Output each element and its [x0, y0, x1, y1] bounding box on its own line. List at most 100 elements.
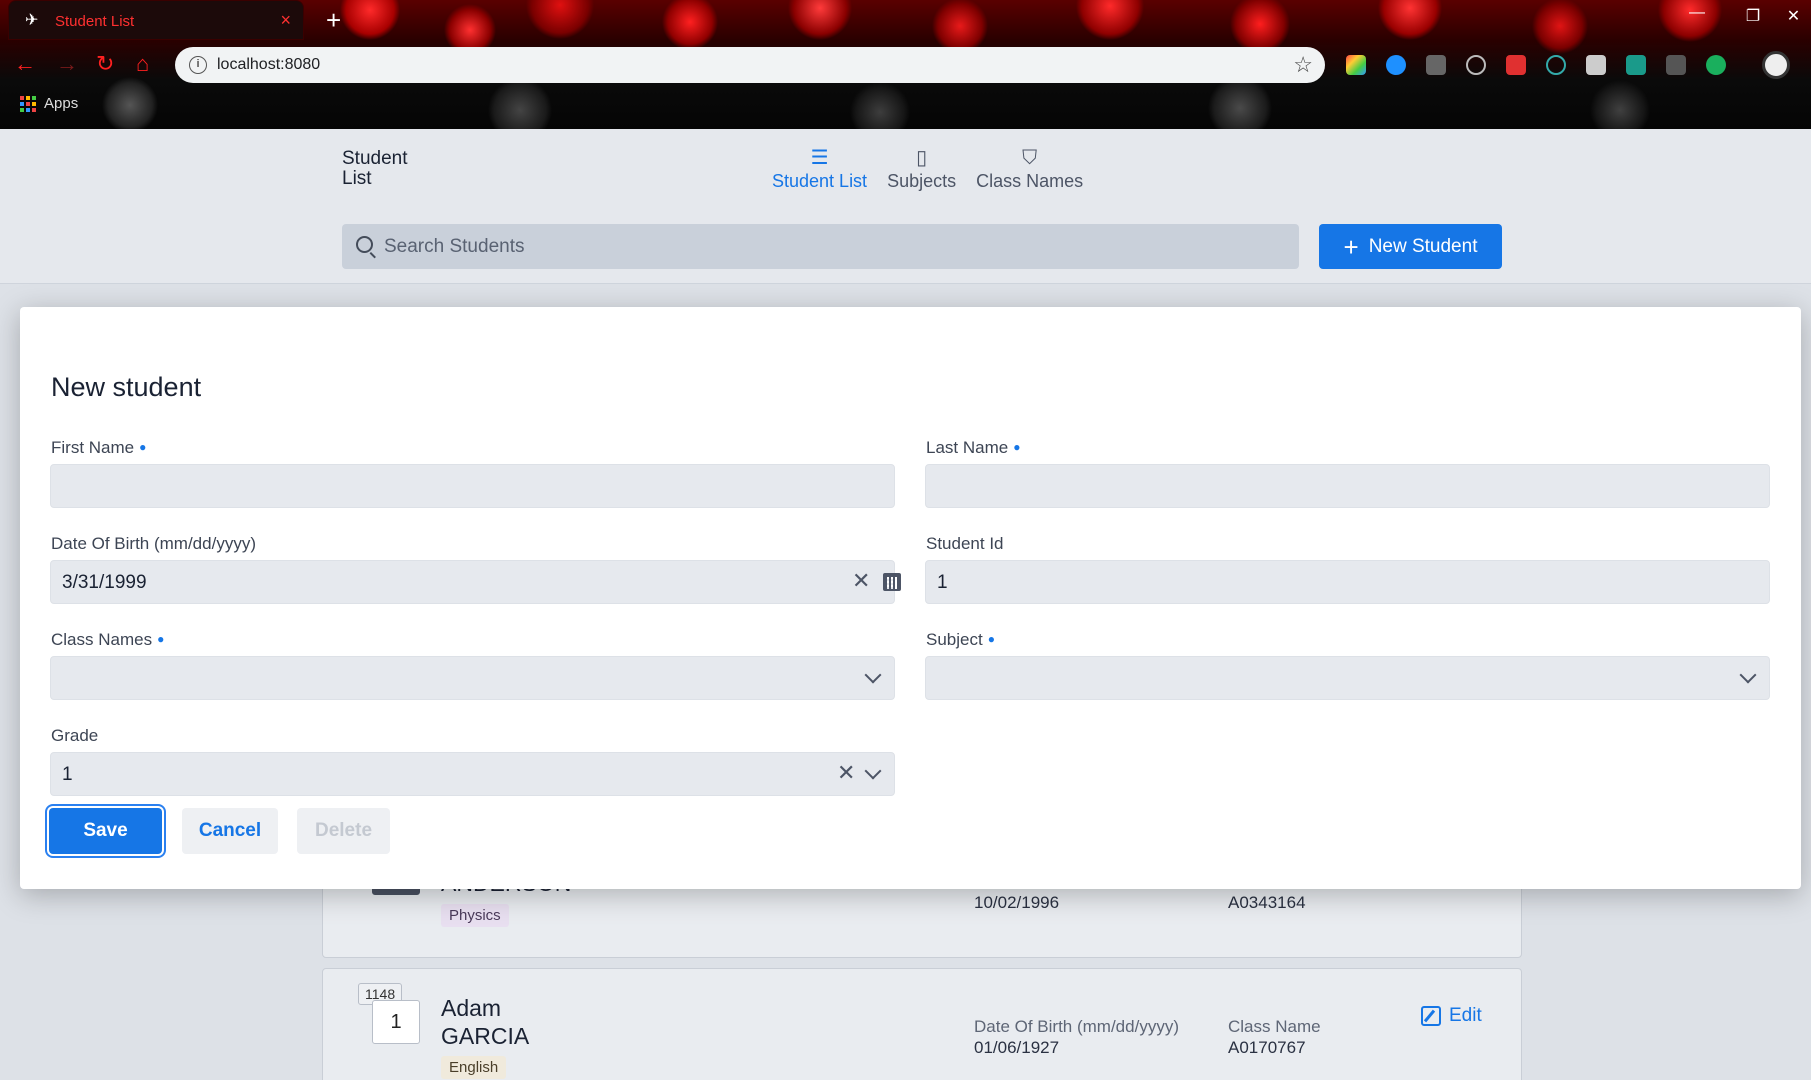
profile-avatar[interactable]: [1762, 51, 1790, 79]
forward-arrow-icon[interactable]: →: [56, 50, 78, 78]
extension-font-icon[interactable]: [1586, 55, 1606, 75]
chevron-down-icon[interactable]: [1739, 666, 1757, 684]
tab-close-icon[interactable]: ×: [280, 10, 291, 31]
nav-label: Student List: [772, 171, 868, 191]
list-icon: ☰: [810, 147, 829, 169]
student-dob: 10/02/1996: [974, 893, 1060, 912]
edit-button[interactable]: Edit: [1421, 1005, 1482, 1027]
site-info-icon[interactable]: i: [189, 56, 207, 74]
subject-tag: English: [441, 1056, 507, 1079]
nav-subjects[interactable]: ▯ Subjects: [887, 145, 956, 192]
student-id-field[interactable]: 1: [925, 560, 1770, 604]
student-class-name: A0343164: [1228, 893, 1306, 912]
window-close-button[interactable]: ✕: [1776, 6, 1811, 26]
search-input[interactable]: Search Students: [342, 224, 1299, 269]
student-id-value: 1: [937, 572, 948, 593]
apps-label: Apps: [44, 95, 79, 112]
save-button[interactable]: Save: [49, 808, 162, 854]
class-names-label: Class Names ●: [51, 630, 164, 650]
new-student-button[interactable]: + New Student: [1319, 224, 1502, 269]
required-indicator: ●: [1013, 440, 1021, 454]
extension-cloud-icon[interactable]: [1386, 55, 1406, 75]
new-student-dialog: New student First Name ● Last Name ● Date …: [20, 307, 1801, 889]
new-tab-button[interactable]: +: [326, 6, 341, 34]
extension-grammarly-icon[interactable]: [1706, 55, 1726, 75]
browser-chrome: ✈ Student List × + — ❐ ✕ ← → ↻ ⌂ i local…: [0, 0, 1811, 129]
student-card: 1148 1 Adam GARCIA English Date Of Birth…: [322, 968, 1522, 1080]
dialog-title: New student: [51, 372, 202, 402]
new-student-label: New Student: [1368, 235, 1478, 257]
class-names-label-text: Class Names: [51, 630, 153, 649]
address-url: localhost:8080: [217, 56, 321, 73]
window-minimize-button[interactable]: —: [1672, 4, 1722, 22]
cancel-button[interactable]: Cancel: [182, 808, 278, 854]
search-icon: [356, 236, 373, 253]
student-class-name: A0170767: [1228, 1038, 1306, 1057]
app-brand: Student List: [342, 148, 408, 189]
student-last-name: GARCIA: [441, 1023, 530, 1049]
nav-student-list[interactable]: ☰ Student List: [772, 145, 867, 192]
address-bar[interactable]: i localhost:8080 ☆: [175, 47, 1325, 83]
nav-label: Subjects: [887, 171, 957, 191]
grade-box: 1: [372, 1000, 420, 1044]
dob-label: Date Of Birth (mm/dd/yyyy): [974, 1017, 1179, 1036]
subject-label: Subject ●: [926, 630, 995, 650]
last-name-label: Last Name ●: [926, 438, 1020, 458]
calendar-icon[interactable]: [883, 573, 901, 591]
bookmarks-apps[interactable]: Apps: [20, 95, 78, 112]
main-nav: ☰ Student List ▯ Subjects ⛉ Class Names: [772, 145, 1083, 192]
subject-tag: Physics: [441, 904, 509, 927]
student-id-label: Student Id: [926, 534, 1004, 553]
last-name-label-text: Last Name: [926, 438, 1009, 457]
required-indicator: ●: [139, 440, 147, 454]
edit-label: Edit: [1449, 1005, 1482, 1026]
student-first-name: Adam: [441, 995, 502, 1021]
grade-label: Grade: [51, 726, 99, 745]
bookmark-star-icon[interactable]: ☆: [1293, 52, 1313, 78]
extension-color-icon[interactable]: [1346, 55, 1366, 75]
student-dob: 01/06/1927: [974, 1038, 1060, 1057]
extension-react-icon[interactable]: [1546, 55, 1566, 75]
subject-select[interactable]: [925, 656, 1770, 700]
first-name-label-text: First Name: [51, 438, 135, 457]
book-icon: ▯: [916, 147, 928, 169]
required-indicator: ●: [987, 632, 995, 646]
search-placeholder: Search Students: [384, 236, 525, 257]
apps-grid-icon: [20, 95, 36, 112]
window-restore-button[interactable]: ❐: [1728, 6, 1778, 26]
chevron-down-icon[interactable]: [864, 666, 882, 684]
extension-omega-icon[interactable]: [1466, 55, 1486, 75]
plus-icon: +: [1343, 231, 1359, 262]
first-name-field[interactable]: [50, 464, 895, 508]
graduation-cap-icon: ⛉: [1022, 147, 1038, 169]
nav-class-names[interactable]: ⛉ Class Names: [976, 145, 1083, 192]
reload-icon[interactable]: ↻: [96, 50, 114, 78]
first-name-label: First Name ●: [51, 438, 146, 458]
subject-label-text: Subject: [926, 630, 983, 649]
delete-button[interactable]: Delete: [297, 808, 390, 854]
class-name-label: Class Name: [1228, 1017, 1321, 1036]
extension-arrow-icon[interactable]: [1506, 55, 1526, 75]
clear-icon[interactable]: ✕: [852, 570, 870, 592]
grade-value: 1: [62, 764, 73, 785]
class-names-select[interactable]: [50, 656, 895, 700]
extension-box-icon[interactable]: [1426, 55, 1446, 75]
extension-avg-icon[interactable]: [1666, 55, 1686, 75]
required-indicator: ●: [157, 632, 165, 646]
last-name-field[interactable]: [925, 464, 1770, 508]
back-arrow-icon[interactable]: ←: [14, 50, 36, 78]
edit-icon: [1421, 1006, 1441, 1026]
browser-tab[interactable]: ✈ Student List ×: [8, 0, 304, 40]
app-header: Student List ☰ Student List ▯ Subjects ⛉…: [0, 129, 1811, 284]
nav-label: Class Names: [976, 171, 1084, 191]
grade-select[interactable]: 1 ✕: [50, 752, 895, 796]
tab-title: Student List: [55, 13, 135, 30]
chevron-down-icon[interactable]: [864, 762, 882, 780]
dob-date-picker[interactable]: 3/31/1999 ✕: [50, 560, 901, 604]
dob-value: 3/31/1999: [62, 572, 147, 593]
rocket-icon: ✈: [25, 12, 39, 29]
extension-s-icon[interactable]: [1626, 55, 1646, 75]
dob-label: Date Of Birth (mm/dd/yyyy): [51, 534, 256, 553]
home-icon[interactable]: ⌂: [136, 50, 149, 78]
clear-icon[interactable]: ✕: [837, 762, 855, 784]
